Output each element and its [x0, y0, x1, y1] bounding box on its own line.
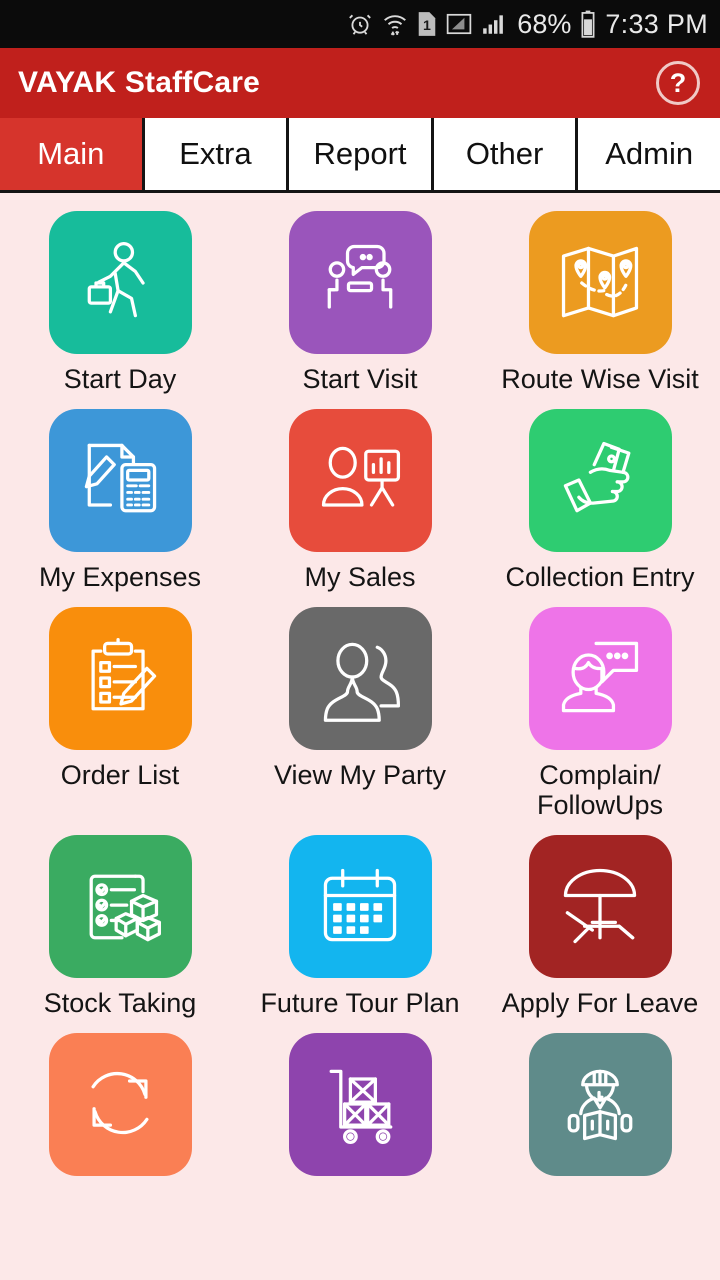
sync-refresh-icon[interactable]	[48, 1032, 192, 1176]
folded-map-pins-icon[interactable]	[528, 211, 672, 354]
sim-1-icon: 1	[417, 11, 437, 37]
tab-report[interactable]: Report	[289, 118, 434, 190]
clipboard-pencil-icon[interactable]	[48, 606, 192, 750]
worker-reading-map-icon[interactable]	[528, 1032, 672, 1176]
menu-item[interactable]: Stock Taking	[0, 835, 240, 1019]
checklist-boxes-icon[interactable]	[48, 835, 192, 979]
app-screen: 1 68% 7:33 PM VAYAK StaffCare ? Main Ext…	[0, 0, 720, 1280]
menu-item[interactable]: Complain/FollowUps	[480, 606, 720, 822]
menu-item[interactable]: Start Day	[0, 211, 240, 395]
meeting-people-chat-icon[interactable]	[288, 211, 432, 354]
alarm-icon	[347, 11, 373, 37]
two-people-silhouette-icon[interactable]	[288, 606, 432, 750]
menu-item-label: Route Wise Visit	[501, 364, 699, 394]
menu-item-label: Complain/FollowUps	[536, 759, 664, 821]
tab-admin[interactable]: Admin	[578, 118, 720, 190]
menu-item-label: My Sales	[304, 561, 416, 592]
status-bar: 1 68% 7:33 PM	[0, 0, 720, 48]
battery-icon	[580, 10, 596, 38]
signal-empty-icon	[446, 11, 472, 37]
hand-money-icon[interactable]	[528, 408, 672, 552]
document-pencil-calculator-icon[interactable]	[48, 408, 192, 552]
menu-item[interactable]	[0, 1032, 240, 1186]
menu-item[interactable]: Apply For Leave	[480, 835, 720, 1019]
help-icon[interactable]: ?	[656, 61, 700, 105]
menu-item[interactable]	[480, 1032, 720, 1186]
tab-other[interactable]: Other	[433, 118, 579, 190]
tab-bar: Main Extra Report Other Admin	[0, 118, 720, 193]
signal-full-icon	[481, 11, 507, 37]
menu-item-label: Start Day	[63, 364, 177, 394]
menu-item-label: Apply For Leave	[501, 988, 699, 1019]
hand-truck-boxes-icon[interactable]	[288, 1032, 432, 1176]
menu-item-label: My Expenses	[38, 561, 202, 592]
menu-item-label: Order List	[60, 759, 180, 790]
calendar-icon[interactable]	[288, 835, 432, 979]
menu-item[interactable]	[240, 1032, 480, 1186]
beach-umbrella-chair-icon[interactable]	[528, 835, 672, 979]
menu-item[interactable]: View My Party	[240, 606, 480, 822]
status-clock: 7:33 PM	[605, 8, 708, 39]
menu-item-label: Future Tour Plan	[260, 988, 460, 1019]
menu-item[interactable]: Order List	[0, 606, 240, 822]
menu-item[interactable]: Route Wise Visit	[480, 211, 720, 395]
menu-item[interactable]: My Sales	[240, 408, 480, 593]
menu-item-label: Start Visit	[302, 364, 418, 394]
battery-percent-label: 68%	[517, 8, 572, 39]
menu-item[interactable]: Future Tour Plan	[240, 835, 480, 1019]
person-chart-board-icon[interactable]	[288, 408, 432, 552]
person-speech-bubble-icon[interactable]	[528, 606, 672, 750]
menu-item-label: View My Party	[273, 759, 447, 790]
menu-item-label: Stock Taking	[43, 988, 197, 1019]
tab-extra[interactable]: Extra	[144, 118, 290, 190]
sim-number: 1	[423, 18, 431, 34]
app-title: VAYAK StaffCare	[18, 66, 260, 99]
walking-person-briefcase-icon[interactable]	[48, 211, 192, 354]
menu-item[interactable]: My Expenses	[0, 408, 240, 593]
menu-item[interactable]: Start Visit	[240, 211, 480, 395]
menu-grid: Start Day Start Visit Route Wise Visit M…	[0, 193, 720, 1200]
app-title-bar: VAYAK StaffCare ?	[0, 48, 720, 118]
tab-main[interactable]: Main	[0, 118, 145, 190]
wifi-icon	[382, 11, 408, 37]
menu-item[interactable]: Collection Entry	[480, 408, 720, 593]
menu-item-label: Collection Entry	[505, 561, 695, 592]
